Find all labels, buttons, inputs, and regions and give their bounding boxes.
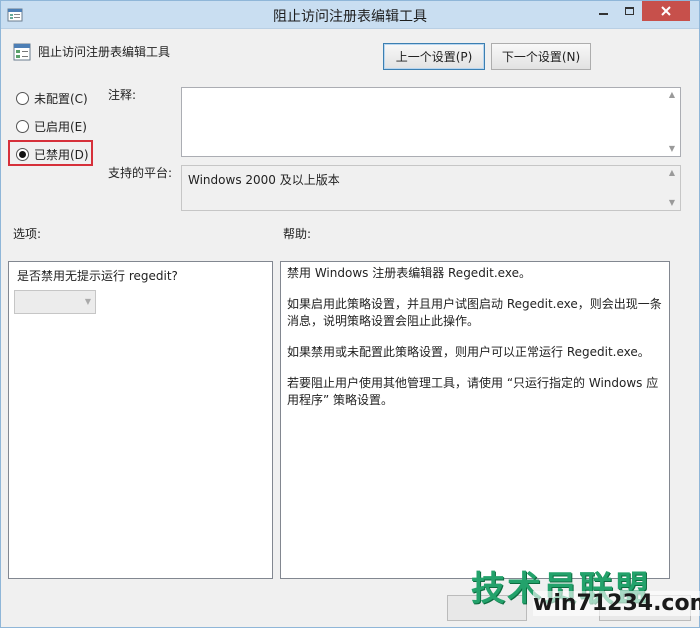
policy-dialog-window: 阻止访问注册表编辑工具 阻止访问注册表编辑工具 上一个设置(P) 下一个设置(N… (0, 0, 700, 628)
radio-enabled-circle[interactable] (16, 119, 29, 133)
regedit-silent-dropdown[interactable]: ▼ (14, 290, 96, 314)
watermark-url: win71234.com (533, 591, 700, 616)
selection-highlight-box (8, 140, 93, 166)
platform-field: Windows 2000 及以上版本 ▲ ▼ (181, 165, 681, 211)
previous-setting-button[interactable]: 上一个设置(P) (383, 43, 485, 70)
title-bar[interactable]: 阻止访问注册表编辑工具 (1, 1, 699, 29)
radio-enabled-label: 已启用(E) (34, 119, 87, 134)
help-label: 帮助: (283, 227, 312, 241)
policy-title: 阻止访问注册表编辑工具 (38, 45, 171, 59)
platform-scrollbar[interactable]: ▲ ▼ (664, 166, 680, 210)
scroll-down-icon[interactable]: ▼ (669, 199, 675, 207)
comment-scrollbar[interactable]: ▲ ▼ (664, 88, 680, 156)
chevron-down-icon: ▼ (84, 297, 91, 306)
radio-enabled[interactable]: 已启用(E) (16, 117, 87, 135)
help-paragraph: 如果禁用或未配置此策略设置，则用户可以正常运行 Regedit.exe。 (287, 345, 650, 359)
policy-setting-icon (13, 43, 31, 61)
scroll-down-icon[interactable]: ▼ (669, 145, 675, 153)
radio-not-configured-circle[interactable] (16, 91, 29, 105)
minimize-button[interactable] (590, 1, 616, 21)
scroll-up-icon[interactable]: ▲ (669, 169, 675, 177)
help-paragraph: 如果启用此策略设置，并且用户试图启动 Regedit.exe，则会出现一条消息，… (287, 297, 662, 328)
comment-label: 注释: (108, 88, 137, 102)
close-button[interactable] (642, 1, 690, 21)
radio-not-configured-label: 未配置(C) (34, 91, 88, 106)
options-label: 选项: (13, 227, 42, 241)
minimize-icon (598, 13, 608, 15)
platform-value: Windows 2000 及以上版本 (188, 173, 340, 187)
maximize-button[interactable] (616, 1, 642, 21)
help-paragraph: 若要阻止用户使用其他管理工具，请使用 “只运行指定的 Windows 应用程序”… (287, 376, 659, 407)
platform-label: 支持的平台: (108, 166, 173, 180)
help-panel: 禁用 Windows 注册表编辑器 Regedit.exe。 如果启用此策略设置… (280, 261, 670, 579)
scroll-up-icon[interactable]: ▲ (669, 91, 675, 99)
help-paragraph: 禁用 Windows 注册表编辑器 Regedit.exe。 (287, 266, 531, 280)
options-question: 是否禁用无提示运行 regedit? (17, 269, 178, 283)
maximize-icon (624, 7, 634, 15)
next-setting-button[interactable]: 下一个设置(N) (491, 43, 591, 70)
comment-textarea[interactable]: ▲ ▼ (181, 87, 681, 157)
radio-not-configured[interactable]: 未配置(C) (16, 89, 88, 107)
close-icon (661, 6, 671, 16)
